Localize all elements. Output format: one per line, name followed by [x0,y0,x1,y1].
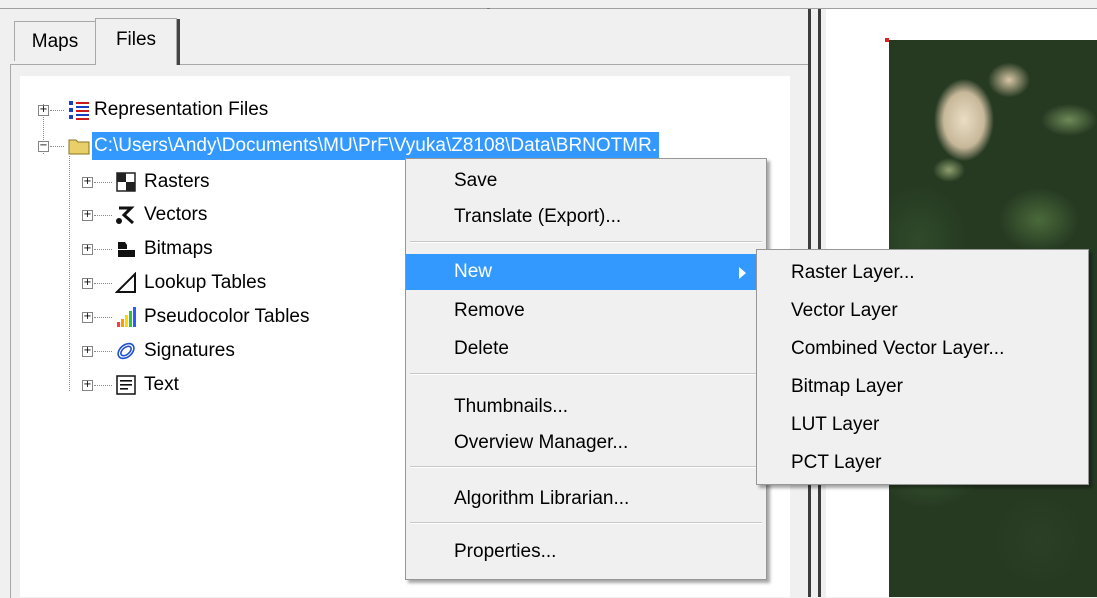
tree-connector [94,283,112,284]
expand-toggle-rasters[interactable]: + [82,177,93,188]
submenu-arrow-icon [739,267,746,279]
expand-toggle-lookup-tables[interactable]: + [82,278,93,289]
menu-item-remove[interactable]: Remove [406,293,766,329]
menu-separator [410,373,762,375]
raster-icon [116,172,136,192]
menu-item-thumbnails[interactable]: Thumbnails... [406,389,766,425]
menu-item-delete[interactable]: Delete [406,331,766,367]
tree-connector [94,317,112,318]
representation-files-icon [69,101,89,120]
new-submenu: Raster Layer... Vector Layer Combined Ve… [756,249,1089,485]
tree-item-signatures[interactable]: Signatures [144,337,235,365]
menu-item-new[interactable]: New [406,254,766,290]
tree-item-rasters[interactable]: Rasters [144,168,209,196]
menu-separator [410,466,762,468]
expand-toggle-representation-files[interactable]: + [38,105,49,116]
expand-toggle-bitmaps[interactable]: + [82,244,93,255]
tree-connector [50,146,64,147]
tree-item-folder-path[interactable]: C:\Users\Andy\Documents\MU\PrF\Vyuka\Z81… [92,132,660,160]
tree-item-pseudocolor-tables[interactable]: Pseudocolor Tables [144,303,309,331]
map-marker [885,38,889,42]
context-menu: Save Translate (Export)... New Remove De… [405,158,767,580]
expand-toggle-pseudocolor-tables[interactable]: + [82,312,93,323]
expand-toggle-text[interactable]: + [82,380,93,391]
folder-icon [68,139,90,155]
menu-item-save[interactable]: Save [406,163,766,199]
text-file-icon [116,375,136,395]
submenu-item-lut-layer[interactable]: LUT Layer [757,406,1088,444]
submenu-item-combined-vector-layer[interactable]: Combined Vector Layer... [757,330,1088,368]
tree-connector [94,182,112,183]
tree-item-representation-files[interactable]: Representation Files [94,96,268,124]
submenu-item-pct-layer[interactable]: PCT Layer [757,444,1088,482]
tree-connector [94,385,112,386]
expand-toggle-signatures[interactable]: + [82,346,93,357]
bitmap-icon [118,242,135,257]
menu-separator [410,241,762,243]
expand-toggle-vectors[interactable]: + [82,210,93,221]
submenu-item-bitmap-layer[interactable]: Bitmap Layer [757,368,1088,406]
top-border [0,0,1097,9]
tree-connector [94,351,112,352]
signature-icon [117,342,135,360]
submenu-item-raster-layer[interactable]: Raster Layer... [757,254,1088,292]
tree-connector [50,110,64,111]
tree-connector [94,249,112,250]
tree-connector [94,215,112,216]
lookup-table-icon [115,272,136,293]
submenu-item-vector-layer[interactable]: Vector Layer [757,292,1088,330]
collapse-toggle-folder[interactable]: − [38,141,49,152]
menu-item-properties[interactable]: Properties... [406,534,766,570]
tab-maps[interactable]: Maps [14,21,96,61]
pseudocolor-table-icon [117,307,136,327]
menu-separator [410,522,762,524]
tree-item-text[interactable]: Text [144,371,179,399]
menu-item-translate-export[interactable]: Translate (Export)... [406,199,766,235]
tree-item-vectors[interactable]: Vectors [144,201,207,229]
menu-item-algorithm-librarian[interactable]: Algorithm Librarian... [406,481,766,517]
vector-icon [116,206,135,225]
tree-item-lookup-tables[interactable]: Lookup Tables [144,269,266,297]
menu-item-overview-manager[interactable]: Overview Manager... [406,425,766,461]
tree-connector [69,156,70,391]
tree-item-bitmaps[interactable]: Bitmaps [144,235,213,263]
tab-files[interactable]: Files [95,18,180,65]
